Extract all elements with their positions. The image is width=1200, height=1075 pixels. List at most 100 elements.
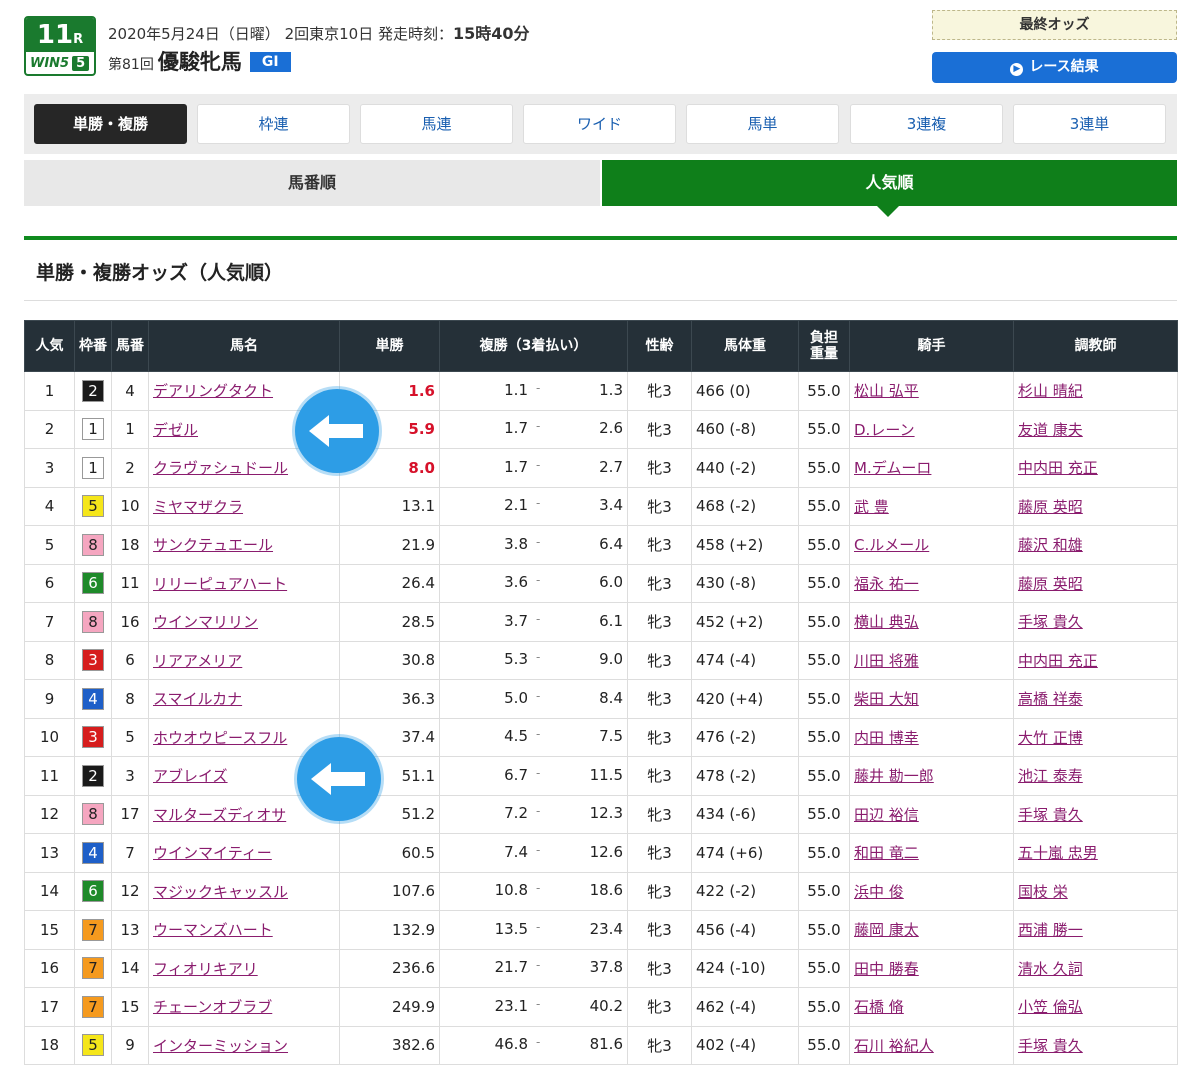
trainer-link[interactable]: 友道 康夫 — [1018, 421, 1083, 439]
trainer-link[interactable]: 西浦 勝一 — [1018, 921, 1083, 939]
tab-sort-by-number[interactable]: 馬番順 — [24, 160, 600, 206]
trainer-link[interactable]: 五十嵐 忠男 — [1018, 844, 1098, 862]
place-odds-cell: 3.6- 6.0 — [439, 563, 628, 603]
jockey-link[interactable]: 田辺 裕信 — [854, 806, 919, 824]
col-win-odds[interactable]: 単勝 — [339, 320, 440, 372]
active-tab-pointer — [877, 206, 899, 217]
trainer-link[interactable]: 手塚 貴久 — [1018, 613, 1083, 631]
trainer-link[interactable]: 中内田 充正 — [1018, 652, 1098, 670]
popularity-cell: 3 — [24, 448, 75, 488]
body-weight-cell: 458 (+2) — [691, 525, 799, 565]
horse-name-link[interactable]: リリーピュアハート — [153, 575, 287, 593]
horse-name-link[interactable]: ウーマンズハート — [153, 921, 273, 939]
jockey-link[interactable]: 田中 勝春 — [854, 960, 919, 978]
horse-name-link[interactable]: サンクテュエール — [153, 536, 273, 554]
jockey-link[interactable]: 川田 将雅 — [854, 652, 919, 670]
jockey-cell: 内田 博幸 — [849, 717, 1014, 757]
horse-name-link[interactable]: ウインマリリン — [153, 613, 258, 631]
trainer-link[interactable]: 池江 泰寿 — [1018, 767, 1083, 785]
tab-win-place[interactable]: 単勝・複勝 — [34, 104, 187, 144]
trainer-link[interactable]: 手塚 貴久 — [1018, 806, 1083, 824]
sex-age-cell: 牝3 — [627, 871, 692, 911]
jockey-link[interactable]: 石橋 脩 — [854, 998, 904, 1016]
jockey-link[interactable]: M.デムーロ — [854, 459, 931, 477]
jockey-link[interactable]: 和田 竜二 — [854, 844, 919, 862]
trainer-link[interactable]: 藤沢 和雄 — [1018, 536, 1083, 554]
col-frame[interactable]: 枠番 — [74, 320, 112, 372]
horse-name-link[interactable]: ミヤマザクラ — [153, 498, 243, 516]
jockey-link[interactable]: 内田 博幸 — [854, 729, 919, 747]
horse-name-link[interactable]: ウインマイティー — [153, 844, 272, 862]
frame-badge: 6 — [82, 880, 104, 903]
trainer-link[interactable]: 大竹 正博 — [1018, 729, 1083, 747]
jockey-link[interactable]: 藤岡 康太 — [854, 921, 919, 939]
jockey-link[interactable]: 松山 弘平 — [854, 382, 919, 400]
horse-name-link[interactable]: デゼル — [153, 421, 198, 439]
jockey-link[interactable]: C.ルメール — [854, 536, 929, 554]
tab-sort-by-popularity[interactable]: 人気順 — [602, 160, 1177, 206]
tab-wide[interactable]: ワイド — [523, 104, 676, 144]
horse-name-link[interactable]: リアアメリア — [153, 652, 242, 670]
horse-name-link[interactable]: スマイルカナ — [153, 690, 242, 708]
number-cell: 15 — [111, 987, 149, 1027]
horse-name-link[interactable]: マジックキャッスル — [153, 883, 288, 901]
table-row: 7 8 16 ウインマリリン 28.5 3.7- 6.1 牝3 452 (+2) 55.0 横山 典… — [24, 602, 1178, 642]
horse-name-link[interactable]: クラヴァシュドール — [153, 459, 288, 477]
col-popularity[interactable]: 人気 — [24, 320, 75, 372]
race-result-button[interactable]: ▶ レース結果 — [932, 52, 1177, 83]
trainer-link[interactable]: 手塚 貴久 — [1018, 1037, 1083, 1055]
col-number[interactable]: 馬番 — [111, 320, 149, 372]
trainer-link[interactable]: 藤原 英昭 — [1018, 498, 1083, 516]
load-cell: 55.0 — [798, 717, 850, 757]
trainer-link[interactable]: 小笠 倫弘 — [1018, 998, 1083, 1016]
place-odds-low: 10.8 — [494, 881, 528, 900]
table-header-row: 人気 枠番 馬番 馬名 単勝 複勝（3着払い） 性齢 馬体重 負担 重量 騎手 調… — [24, 320, 1178, 372]
table-row: 6 6 11 リリーピュアハート 26.4 3.6- 6.0 牝3 430 (-8) 55.0 福永… — [24, 563, 1178, 603]
table-row: 8 3 6 リアアメリア 30.8 5.3- 9.0 牝3 474 (-4) 55.0 川田 将雅 中… — [24, 640, 1178, 680]
trainer-link[interactable]: 清水 久詞 — [1018, 960, 1083, 978]
win-odds-cell: 13.1 — [339, 486, 440, 526]
place-odds-high: 6.0 — [599, 573, 623, 592]
trainer-link[interactable]: 杉山 晴紀 — [1018, 382, 1083, 400]
number-cell: 11 — [111, 563, 149, 603]
horse-name-link[interactable]: フィオリキアリ — [153, 960, 258, 978]
load-cell: 55.0 — [798, 794, 850, 834]
tab-quinella[interactable]: 馬連 — [360, 104, 513, 144]
horse-name-link[interactable]: デアリングタクト — [153, 382, 273, 400]
frame-badge: 2 — [82, 379, 104, 402]
tab-trifecta[interactable]: 3連単 — [1013, 104, 1166, 144]
jockey-link[interactable]: 武 豊 — [854, 498, 889, 516]
sex-age-cell: 牝3 — [627, 717, 692, 757]
trainer-link[interactable]: 中内田 充正 — [1018, 459, 1098, 477]
jockey-link[interactable]: 柴田 大知 — [854, 690, 919, 708]
horse-name-link[interactable]: ホウオウピースフル — [153, 729, 287, 747]
trainer-cell: 中内田 充正 — [1013, 640, 1178, 680]
col-place-odds[interactable]: 複勝（3着払い） — [439, 320, 628, 372]
load-cell: 55.0 — [798, 679, 850, 719]
jockey-link[interactable]: 横山 典弘 — [854, 613, 919, 631]
frame-badge: 8 — [82, 610, 104, 633]
place-odds-cell: 2.1- 3.4 — [439, 486, 628, 526]
jockey-link[interactable]: 浜中 俊 — [854, 883, 904, 901]
horse-name-link[interactable]: アブレイズ — [153, 767, 228, 785]
trainer-link[interactable]: 高橋 祥泰 — [1018, 690, 1083, 708]
place-odds-high: 37.8 — [589, 958, 623, 977]
horse-name-link[interactable]: チェーンオブラブ — [153, 998, 272, 1016]
tab-trio[interactable]: 3連複 — [850, 104, 1003, 144]
tab-bracket-quinella[interactable]: 枠連 — [197, 104, 350, 144]
jockey-cell: 福永 祐一 — [849, 563, 1014, 603]
trainer-link[interactable]: 藤原 英昭 — [1018, 575, 1083, 593]
jockey-link[interactable]: 石川 裕紀人 — [854, 1037, 934, 1055]
jockey-link[interactable]: 藤井 勘一郎 — [854, 767, 934, 785]
trainer-cell: 手塚 貴久 — [1013, 602, 1178, 642]
grade-badge: GI — [249, 52, 291, 72]
horse-name-link[interactable]: マルターズディオサ — [153, 806, 286, 824]
col-horse-name: 馬名 — [148, 320, 340, 372]
trainer-link[interactable]: 国枝 栄 — [1018, 883, 1068, 901]
tab-exacta[interactable]: 馬単 — [686, 104, 839, 144]
place-odds-high: 3.4 — [599, 496, 623, 515]
jockey-link[interactable]: 福永 祐一 — [854, 575, 919, 593]
place-odds-low: 7.4 — [504, 842, 528, 861]
horse-name-link[interactable]: インターミッション — [153, 1037, 288, 1055]
jockey-link[interactable]: D.レーン — [854, 421, 915, 439]
